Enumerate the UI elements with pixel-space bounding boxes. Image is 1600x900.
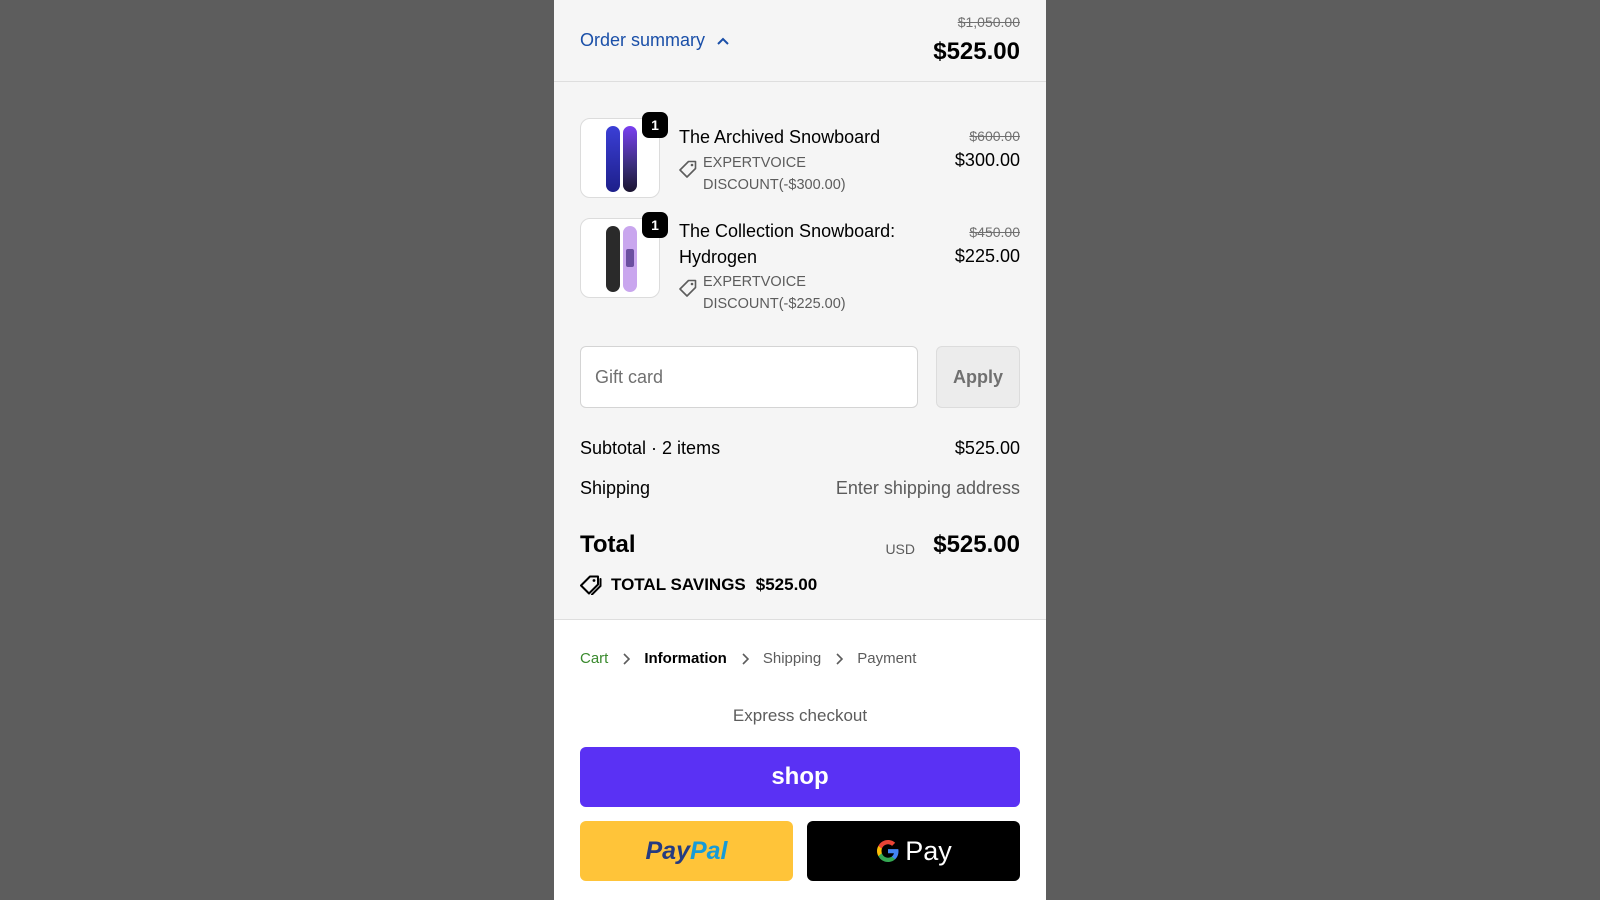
quantity-badge: 1: [642, 212, 668, 238]
order-summary-label: Order summary: [580, 30, 706, 50]
paypal-logo-part2: Pal: [689, 837, 728, 865]
breadcrumb-payment: Payment: [857, 650, 917, 667]
discount-code: EXPERTVOICE: [703, 155, 806, 171]
item-original-price: $600.00: [969, 128, 1020, 144]
tag-icon: [679, 279, 697, 297]
breadcrumb-information: Information: [644, 650, 727, 667]
quantity-badge: 1: [642, 112, 668, 138]
shipping-value: Enter shipping address: [835, 478, 1020, 498]
shipping-label: Shipping: [580, 478, 651, 498]
shop-pay-logo: shop: [771, 763, 829, 790]
express-checkout-heading: Express checkout: [732, 706, 868, 725]
total-label: Total: [580, 531, 636, 558]
item-price: $225.00: [954, 246, 1020, 266]
line-item: 1 The Archived Snowboard EXPERTVOICE DIS…: [580, 112, 1020, 208]
paypal-logo-part1: Pay: [645, 837, 690, 865]
breadcrumb: Cart Information Shipping Payment: [580, 650, 916, 667]
paypal-button[interactable]: PayPal: [580, 821, 793, 881]
google-pay-label: Pay: [905, 835, 952, 866]
chevron-right-icon: [835, 652, 844, 665]
total-savings: TOTAL SAVINGS $525.00: [580, 575, 817, 595]
tag-icon: [679, 160, 697, 178]
savings-value: $525.00: [755, 575, 818, 594]
order-summary-toggle[interactable]: Order summary: [580, 30, 729, 51]
gift-card-input[interactable]: [580, 346, 918, 408]
tags-icon: [580, 575, 602, 595]
item-name: The Collection Snowboard: Hydrogen: [679, 221, 896, 267]
chevron-right-icon: [622, 652, 631, 665]
discount-amount: DISCOUNT(-$300.00): [703, 177, 846, 193]
line-item: 1 The Collection Snowboard: Hydrogen EXP…: [580, 212, 1020, 318]
item-price: $300.00: [954, 150, 1020, 170]
breadcrumb-cart[interactable]: Cart: [580, 650, 608, 667]
total-value: $525.00: [933, 531, 1020, 558]
item-name: The Archived Snowboard: [679, 127, 881, 147]
checkout-steps-section: Cart Information Shipping Payment Expres…: [554, 619, 1046, 900]
chevron-up-icon: [717, 37, 729, 45]
chevron-right-icon: [741, 652, 749, 665]
apply-button[interactable]: Apply: [936, 346, 1020, 408]
breadcrumb-shipping: Shipping: [762, 650, 822, 667]
summary-total: $525.00: [933, 38, 1020, 65]
checkout-panel: Order summary $1,050.00 $525.00 1 The Ar…: [554, 0, 1046, 900]
shop-pay-button[interactable]: shop: [580, 747, 1020, 807]
google-pay-button[interactable]: Pay: [807, 821, 1020, 881]
subtotal-value: $525.00: [954, 438, 1020, 458]
subtotal-label: Subtotal · 2 items: [580, 438, 721, 458]
discount-amount: DISCOUNT(-$225.00): [703, 296, 846, 312]
item-original-price: $450.00: [969, 224, 1020, 240]
discount-code: EXPERTVOICE: [703, 274, 806, 290]
total-currency: USD: [885, 541, 915, 557]
summary-original-total: $1,050.00: [957, 14, 1020, 30]
savings-label: TOTAL SAVINGS: [611, 575, 746, 594]
order-summary-bar: Order summary $1,050.00 $525.00: [554, 0, 1046, 82]
google-g-icon: [877, 840, 899, 862]
